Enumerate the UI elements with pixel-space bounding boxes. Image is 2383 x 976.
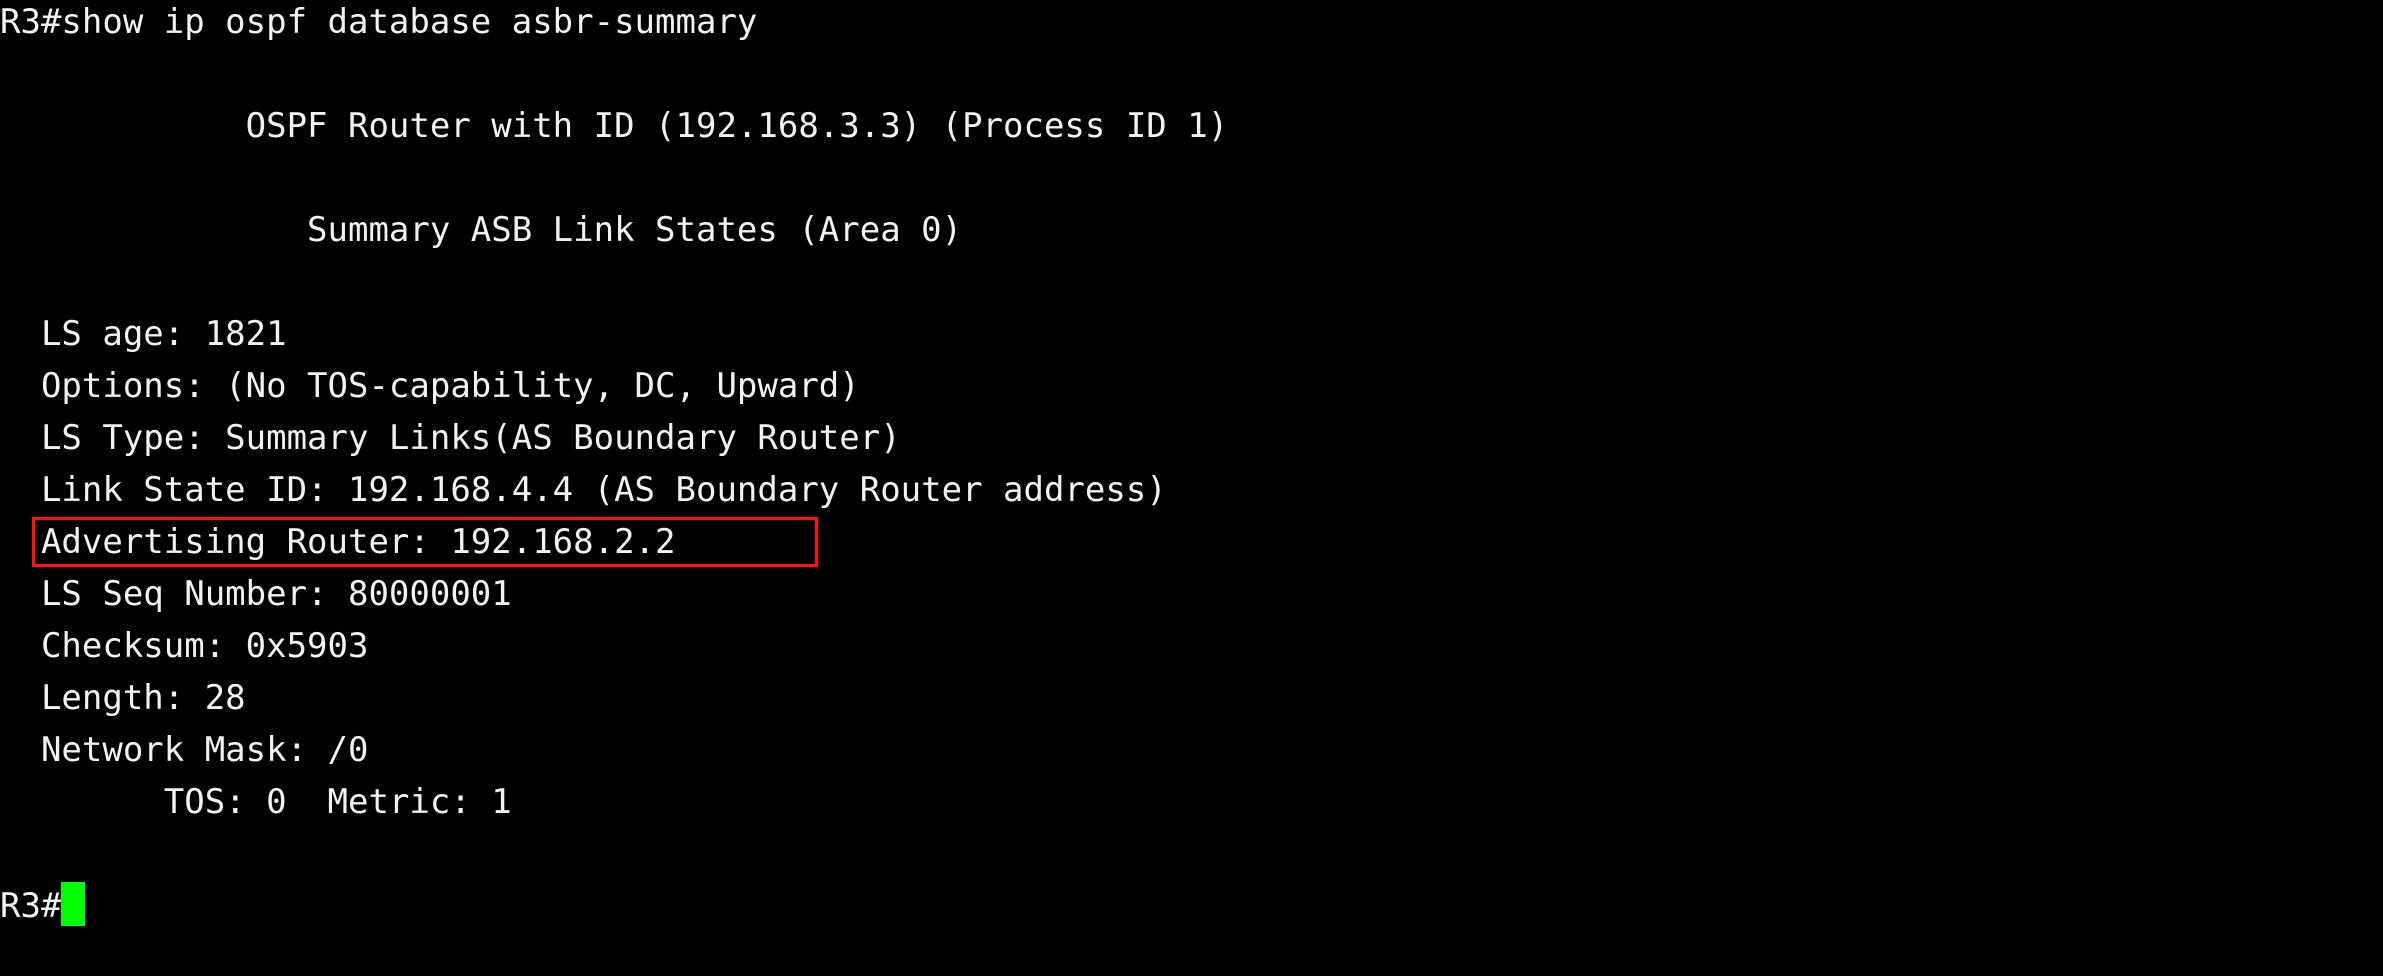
options-line: Options: (No TOS-capability, DC, Upward) [0, 366, 860, 406]
prompt-label: R3# [0, 886, 62, 926]
ls-seq-number-line: LS Seq Number: 80000001 [0, 574, 512, 614]
prompt-line[interactable]: R3# [0, 880, 1228, 932]
tos-metric-line: TOS: 0 Metric: 1 [0, 782, 512, 822]
summary-asb-link-states-header: Summary ASB Link States (Area 0) [0, 210, 963, 250]
link-state-id-line: Link State ID: 192.168.4.4 (AS Boundary … [0, 470, 1167, 510]
spacer-line-2 [0, 152, 1228, 204]
spacer-line-4 [0, 828, 1228, 880]
terminal-output: R3#show ip ospf database asbr-summary OS… [0, 0, 1228, 932]
length-line: Length: 28 [0, 678, 246, 718]
ls-age-line: LS age: 1821 [0, 314, 287, 354]
advertising-router-line: Advertising Router: 192.168.2.2 [0, 522, 676, 562]
text-cursor [61, 882, 86, 926]
command-line: R3#show ip ospf database asbr-summary [0, 2, 758, 42]
spacer-line-3 [0, 256, 1228, 308]
spacer-line-1 [0, 48, 1228, 100]
ospf-router-header: OSPF Router with ID (192.168.3.3) (Proce… [0, 106, 1229, 146]
ls-type-line: LS Type: Summary Links(AS Boundary Route… [0, 418, 901, 458]
network-mask-line: Network Mask: /0 [0, 730, 369, 770]
checksum-line: Checksum: 0x5903 [0, 626, 369, 666]
terminal-window[interactable]: R3#show ip ospf database asbr-summary OS… [0, 0, 2383, 976]
